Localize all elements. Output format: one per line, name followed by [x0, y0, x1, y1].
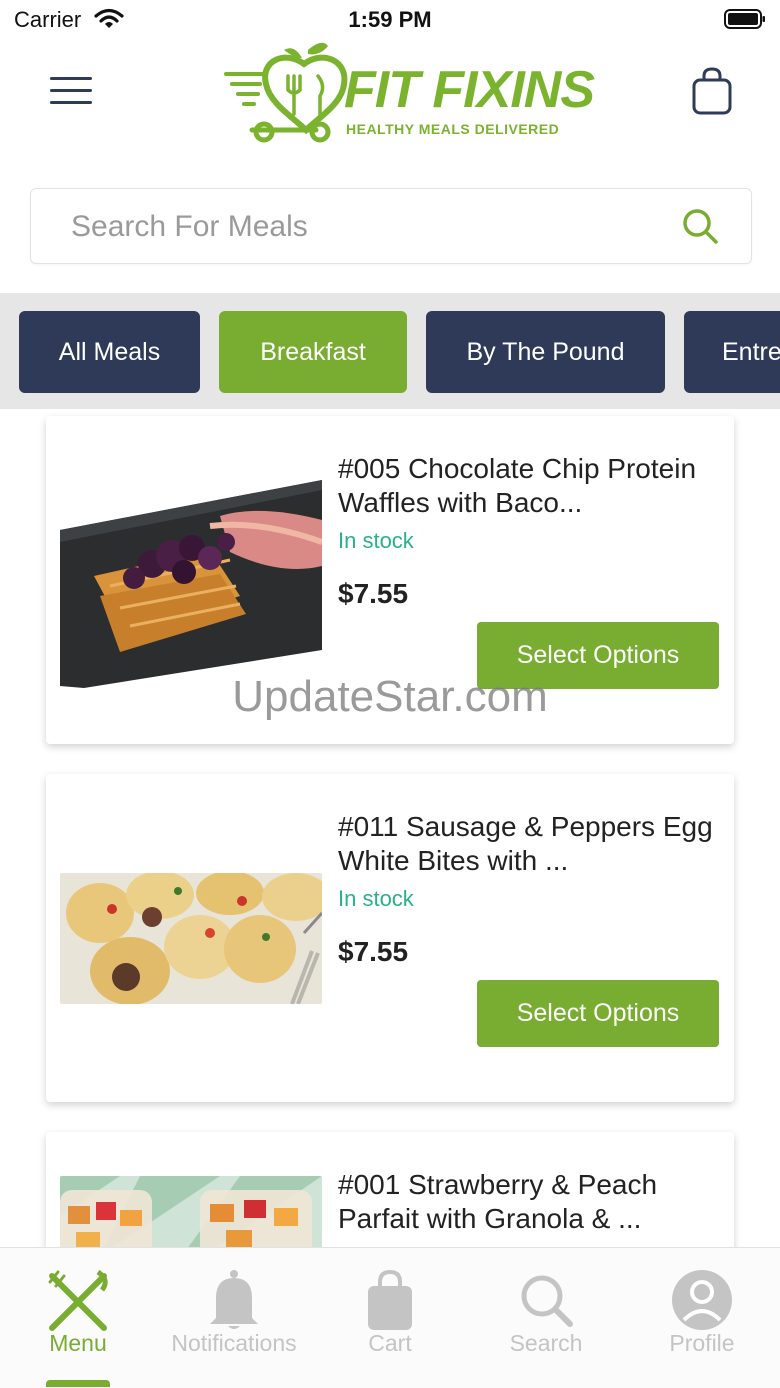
bag-icon — [368, 1269, 412, 1330]
logo-title: FIT FIXINS — [344, 61, 595, 119]
profile-icon — [672, 1270, 732, 1330]
product-price: $7.55 — [338, 936, 409, 967]
menu-bar — [50, 101, 92, 104]
app-header: FIT FIXINS HEALTHY MEALS DELIVERED — [0, 40, 780, 180]
product-image — [60, 873, 322, 1004]
menu-bar — [50, 77, 92, 80]
search-input[interactable] — [69, 189, 653, 265]
watermark: UpdateStar.com — [232, 672, 548, 721]
select-options-button[interactable]: Select Options — [477, 980, 719, 1047]
fork-knife-icon — [48, 1269, 108, 1331]
stock-status: In stock — [338, 886, 414, 911]
tab-menu[interactable]: Menu — [0, 1248, 156, 1378]
logo-subtitle: HEALTHY MEALS DELIVERED — [346, 121, 560, 137]
battery-icon — [724, 9, 765, 29]
menu-bar — [50, 89, 92, 92]
hamburger-menu-icon[interactable] — [50, 77, 92, 107]
search-bar — [30, 188, 752, 265]
product-title: #001 Strawberry & Peach Parfait with Gra… — [338, 1169, 658, 1234]
product-card[interactable]: #011 Sausage & Peppers Egg White Bites w… — [46, 774, 734, 1102]
search-icon — [521, 1275, 573, 1327]
stock-status: In stock — [338, 528, 414, 553]
category-tabs: All Meals Breakfast By The Pound Entre — [0, 293, 780, 409]
bell-icon — [210, 1270, 258, 1329]
tab-label: Menu — [49, 1330, 107, 1356]
category-breakfast[interactable]: Breakfast — [219, 311, 407, 393]
brand-logo: FIT FIXINS HEALTHY MEALS DELIVERED — [224, 40, 595, 150]
tab-cart[interactable]: Cart — [312, 1248, 468, 1378]
bottom-tab-bar: Menu Notifications Cart Search Profile — [0, 1247, 780, 1388]
active-tab-indicator — [46, 1380, 110, 1387]
tab-label: Cart — [368, 1330, 412, 1356]
tab-label: Profile — [669, 1330, 735, 1356]
tab-label: Notifications — [171, 1330, 297, 1356]
product-title: #011 Sausage & Peppers Egg White Bites w… — [338, 811, 713, 876]
tab-label: Search — [509, 1330, 583, 1356]
tab-profile[interactable]: Profile — [624, 1248, 780, 1378]
category-all-meals[interactable]: All Meals — [19, 311, 200, 393]
tab-notifications[interactable]: Notifications — [156, 1248, 312, 1378]
tab-search[interactable]: Search — [468, 1248, 624, 1378]
product-title: #005 Chocolate Chip Protein Waffles with… — [338, 453, 697, 518]
clock: 1:59 PM — [348, 7, 432, 32]
logo-emblem-icon — [224, 42, 348, 143]
category-entrees[interactable]: Entre — [684, 311, 780, 393]
search-icon[interactable] — [681, 207, 719, 245]
status-bar: Carrier 1:59 PM — [0, 0, 780, 40]
product-price: $7.55 — [338, 578, 409, 609]
shopping-bag-icon[interactable] — [690, 66, 734, 116]
category-by-the-pound[interactable]: By The Pound — [426, 311, 665, 393]
